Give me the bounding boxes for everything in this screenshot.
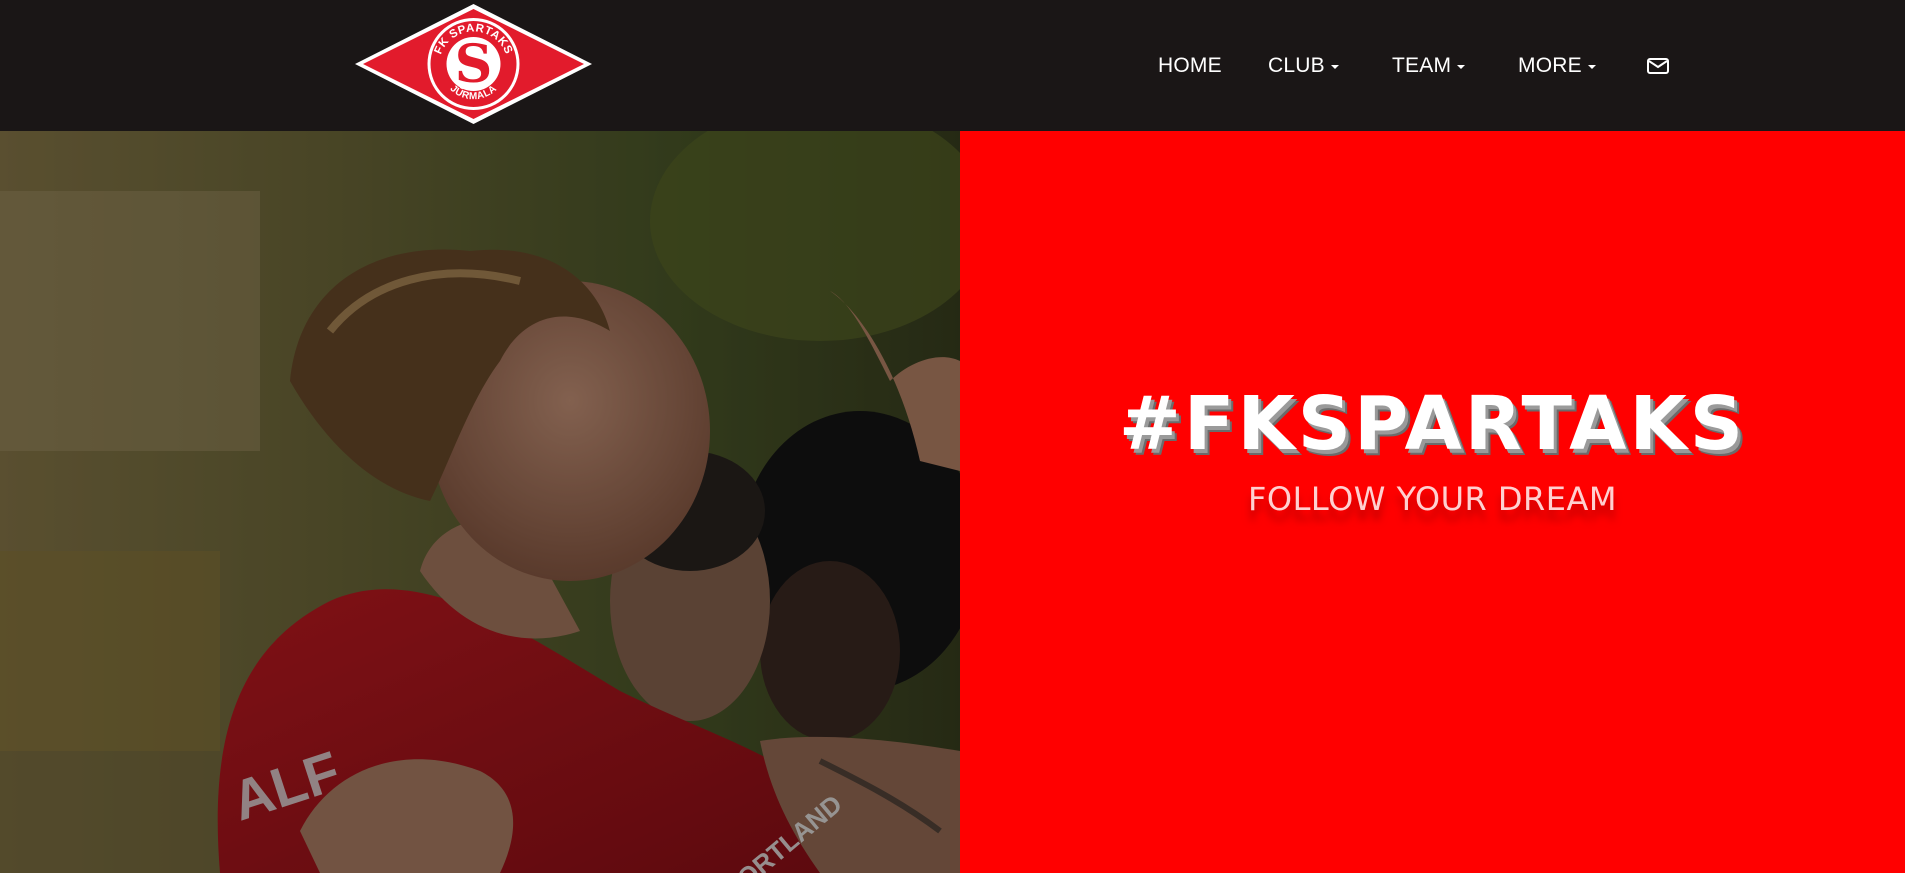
nav-home-label[interactable]: HOME bbox=[1158, 54, 1222, 78]
nav-team[interactable]: TEAM bbox=[1392, 52, 1466, 80]
nav-home[interactable]: HOME bbox=[1158, 52, 1222, 80]
hero-subtitle: FOLLOW YOUR DREAM bbox=[1247, 480, 1617, 518]
envelope-icon[interactable] bbox=[1646, 56, 1670, 76]
caret-down-icon bbox=[1330, 65, 1339, 69]
nav-more-label[interactable]: MORE bbox=[1518, 54, 1582, 78]
hero-banner: #FKSPARTAKS FOLLOW YOUR DREAM bbox=[960, 131, 1905, 873]
hero-hashtag-title: #FKSPARTAKS bbox=[1118, 381, 1747, 467]
nav-club-label[interactable]: CLUB bbox=[1268, 54, 1325, 78]
players-celebrating-image: ALF SPORTLAND bbox=[0, 131, 960, 873]
caret-down-icon bbox=[1457, 65, 1466, 69]
nav-club[interactable]: CLUB bbox=[1268, 52, 1339, 80]
caret-down-icon bbox=[1587, 65, 1596, 69]
main-nav: HOME CLUB TEAM MORE bbox=[0, 0, 1905, 131]
site-header: FK SPARTAKS JŪRMALA S HOME CLUB TEAM MOR… bbox=[0, 0, 1905, 131]
hero-photo: ALF SPORTLAND bbox=[0, 131, 960, 873]
nav-more[interactable]: MORE bbox=[1518, 52, 1596, 80]
nav-team-label[interactable]: TEAM bbox=[1392, 54, 1451, 78]
